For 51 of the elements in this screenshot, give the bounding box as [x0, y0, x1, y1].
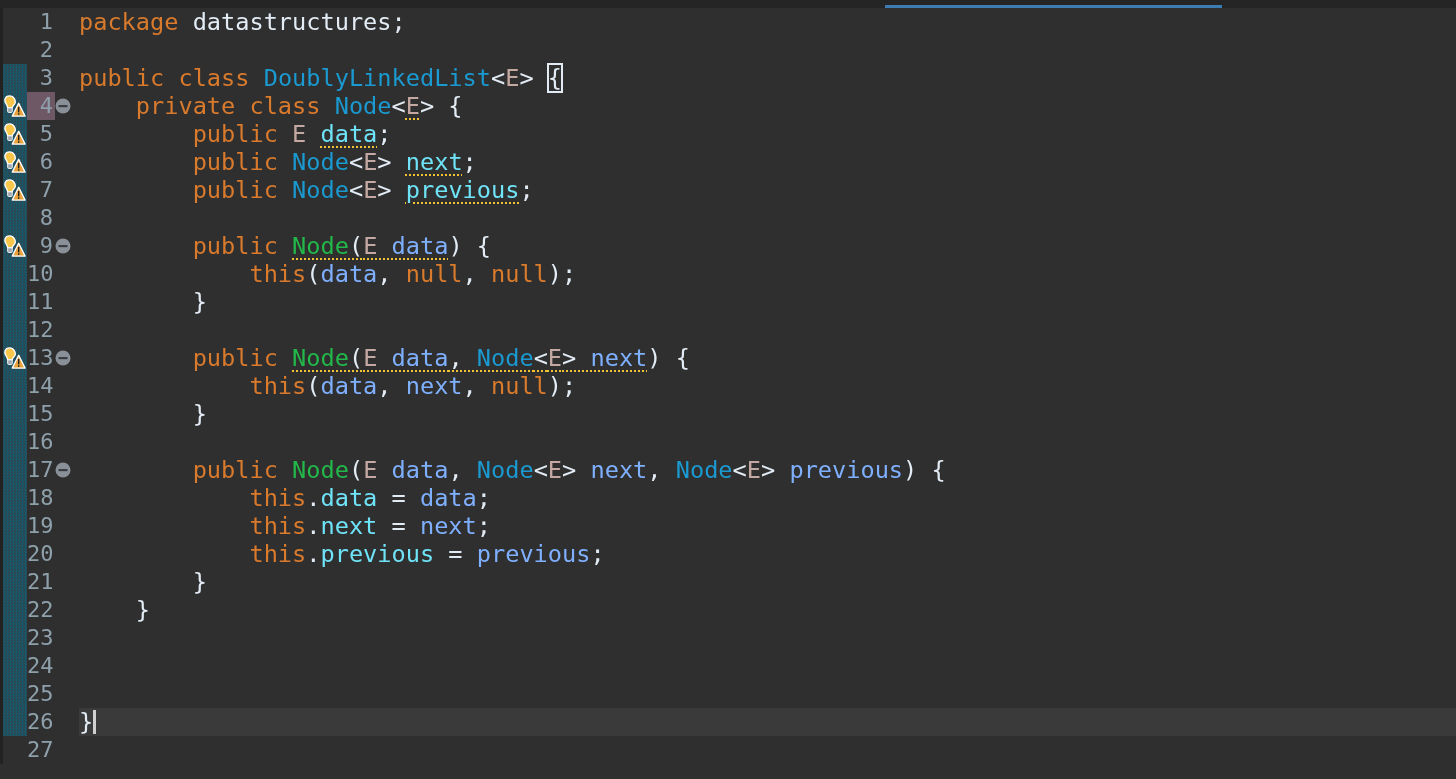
- code-line: this(data, null, null);: [248, 260, 577, 288]
- line-number: 24: [27, 652, 55, 680]
- code-line: public class DoublyLinkedList<E> {: [79, 64, 563, 92]
- collapse-icon[interactable]: [55, 462, 71, 478]
- code-line: }: [191, 400, 207, 428]
- line-number: 5: [38, 120, 54, 148]
- line-number: 9: [38, 232, 54, 260]
- line-number: 4: [27, 92, 55, 120]
- line-number: 17: [27, 456, 55, 484]
- code-line: this.data = data;: [248, 484, 491, 512]
- code-line: public Node(E data) {: [191, 232, 491, 260]
- line-number: 13: [27, 344, 55, 372]
- line-number: 8: [38, 204, 54, 232]
- code-line: this.next = next;: [248, 512, 491, 540]
- code-line: public E data;: [191, 120, 392, 148]
- line-number: 2: [38, 36, 54, 64]
- line-number: 3: [38, 64, 54, 92]
- line-number: 21: [27, 568, 55, 596]
- line-number: 23: [27, 624, 55, 652]
- code-line: public Node(E data, Node<E> next, Node<E> previous) {: [191, 456, 946, 484]
- line-number: 18: [27, 484, 55, 512]
- line-number: 6: [38, 148, 54, 176]
- collapse-icon[interactable]: [55, 238, 71, 254]
- line-number: 14: [27, 372, 55, 400]
- text-cursor: [93, 710, 97, 734]
- line-number: 1: [38, 8, 54, 36]
- code-line: }: [134, 596, 151, 624]
- code-line: private class Node<E> {: [134, 92, 463, 120]
- line-number: 11: [27, 288, 55, 316]
- line-number: 20: [27, 540, 55, 568]
- code-line: this(data, next, null);: [248, 372, 577, 400]
- code-line: public Node(E data, Node<E> next) {: [191, 344, 690, 372]
- code-line: }: [79, 708, 94, 736]
- code-line: this.previous = previous;: [248, 540, 605, 568]
- code-line: }: [191, 288, 207, 316]
- line-number: 25: [27, 680, 55, 708]
- collapse-icon[interactable]: [55, 350, 71, 366]
- code-line: public Node<E> previous;: [191, 176, 534, 204]
- code-line: }: [191, 568, 207, 596]
- code-line: public Node<E> next;: [191, 148, 477, 176]
- line-number: 19: [27, 512, 55, 540]
- line-number: 27: [27, 736, 55, 764]
- line-number: 12: [27, 316, 55, 344]
- line-number: 22: [27, 596, 55, 624]
- collapse-icon[interactable]: [55, 98, 71, 114]
- line-number: 15: [27, 400, 55, 428]
- code-line: package datastructures;: [79, 8, 406, 36]
- line-number: 26: [27, 708, 55, 736]
- line-number: 7: [38, 176, 54, 204]
- line-number: 10: [27, 260, 55, 288]
- line-number: 16: [27, 428, 55, 456]
